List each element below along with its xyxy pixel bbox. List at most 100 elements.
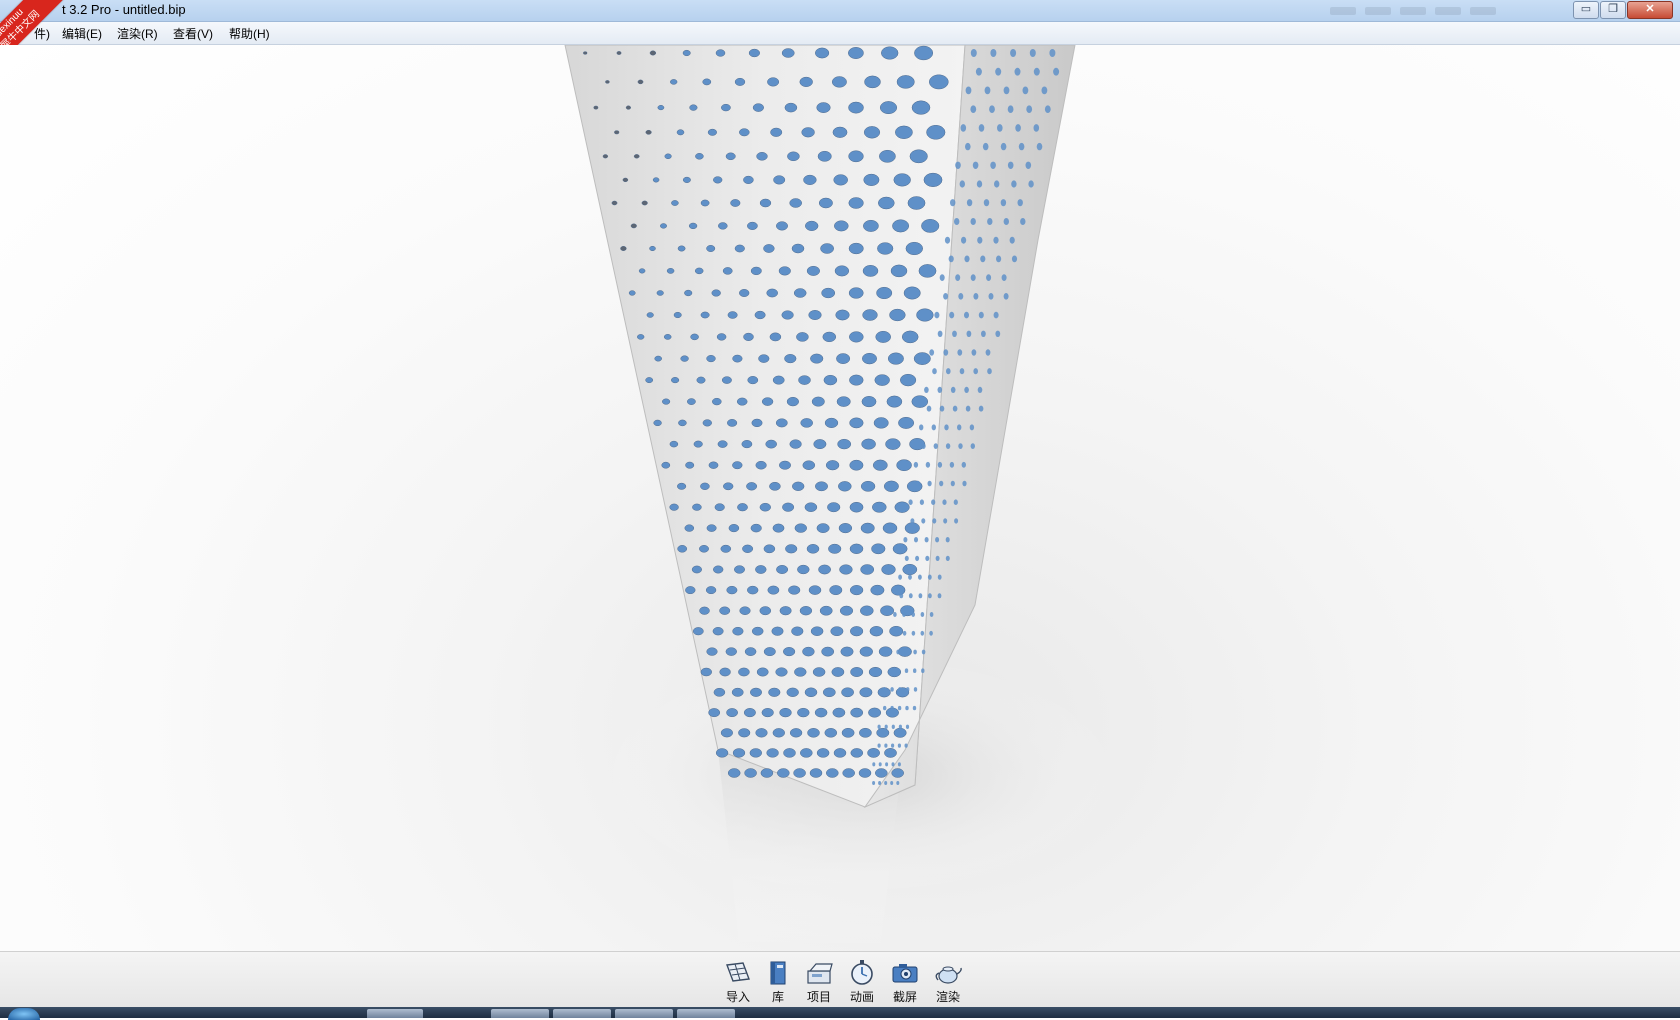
facade-hole — [895, 125, 913, 139]
facade-hole — [810, 626, 824, 636]
taskbar-button[interactable] — [615, 1009, 673, 1018]
tower-model[interactable] — [0, 45, 1680, 951]
facade-hole — [808, 310, 822, 320]
facade-hole — [662, 398, 671, 405]
title-bar-background-strip — [1330, 4, 1560, 18]
facade-hole — [776, 221, 788, 231]
menu-view[interactable]: 查看(V) — [173, 25, 213, 42]
facade-hole — [943, 349, 949, 356]
facade-hole — [788, 585, 801, 595]
import-button[interactable]: 导入 — [718, 959, 758, 1005]
facade-hole — [754, 310, 766, 320]
facade-hole — [769, 332, 782, 342]
facade-hole — [819, 605, 833, 616]
facade-hole — [713, 565, 724, 574]
facade-hole — [862, 309, 878, 321]
menu-help[interactable]: 帮助(H) — [229, 25, 270, 42]
menu-render[interactable]: 渲染(R) — [117, 25, 158, 42]
facade-hole — [943, 293, 949, 300]
facade-hole — [896, 781, 900, 785]
facade-hole — [957, 424, 962, 431]
facade-hole — [927, 574, 932, 580]
menu-file[interactable]: 件) — [34, 25, 50, 42]
facade-hole — [969, 424, 975, 431]
project-label: 项目 — [806, 990, 831, 1004]
facade-hole — [830, 626, 844, 637]
facade-hole — [849, 501, 864, 513]
render-button[interactable]: 渲染 — [928, 959, 968, 1005]
facade-hole — [902, 563, 918, 576]
facade-hole — [945, 555, 950, 561]
facade-hole — [776, 565, 789, 574]
facade-hole — [656, 290, 664, 296]
facade-hole — [763, 244, 775, 253]
facade-hole — [792, 481, 805, 491]
render-viewport[interactable] — [0, 45, 1680, 951]
facade-hole — [860, 564, 875, 575]
facade-hole — [952, 330, 957, 337]
facade-hole — [755, 565, 767, 574]
facade-hole — [987, 368, 992, 375]
project-button[interactable]: 项目 — [799, 959, 839, 1005]
facade-hole — [902, 630, 907, 636]
facade-hole — [766, 288, 778, 298]
facade-hole — [722, 267, 733, 275]
facade-hole — [918, 264, 937, 278]
facade-hole — [904, 649, 909, 655]
facade-hole — [982, 142, 989, 151]
facade-hole — [705, 586, 717, 595]
facade-hole — [971, 349, 977, 356]
facade-hole — [891, 743, 895, 748]
facade-hole — [835, 309, 850, 321]
facade-hole — [862, 265, 879, 277]
screenshot-button[interactable]: 截屏 — [885, 959, 925, 1005]
library-button[interactable]: 库 — [758, 959, 798, 1005]
facade-hole — [831, 76, 847, 88]
facade-hole — [928, 593, 932, 599]
facade-hole — [908, 574, 912, 580]
start-orb-icon[interactable] — [8, 1008, 40, 1020]
facade-hole — [904, 668, 909, 673]
facade-hole — [583, 51, 588, 55]
minimize-button[interactable]: ▭ — [1573, 1, 1599, 19]
facade-hole — [1003, 218, 1009, 225]
facade-hole — [906, 687, 910, 692]
facade-hole — [812, 667, 826, 677]
facade-hole — [961, 236, 967, 244]
taskbar-button[interactable] — [677, 1009, 735, 1018]
facade-hole — [978, 405, 984, 412]
facade-hole — [1010, 49, 1017, 57]
facade-hole — [750, 266, 762, 276]
taskbar-button[interactable] — [491, 1009, 549, 1018]
facade-hole — [966, 199, 973, 207]
facade-hole — [678, 419, 687, 427]
taskbar-button[interactable] — [367, 1009, 423, 1018]
facade-hole — [978, 124, 985, 132]
facade-hole — [909, 149, 928, 164]
taskbar-button[interactable] — [553, 1009, 611, 1018]
menu-edit[interactable]: 编辑(E) — [62, 25, 102, 42]
facade-hole — [985, 349, 991, 356]
facade-hole — [881, 46, 899, 60]
facade-hole — [882, 687, 886, 692]
facade-hole — [955, 274, 961, 281]
facade-hole — [732, 354, 743, 363]
facade-hole — [863, 126, 881, 139]
facade-hole — [661, 461, 671, 469]
facade-hole — [983, 199, 990, 207]
close-button[interactable]: ✕ — [1627, 1, 1673, 19]
facade-hole — [862, 352, 877, 365]
facade-hole — [1044, 105, 1051, 113]
animation-button[interactable]: 动画 — [842, 959, 882, 1005]
facade-hole — [829, 585, 843, 596]
facade-hole — [677, 545, 688, 553]
facade-hole — [1053, 67, 1060, 76]
facade-hole — [970, 443, 975, 449]
facade-hole — [633, 154, 640, 159]
facade-hole — [1020, 218, 1026, 225]
facade-hole — [970, 105, 977, 113]
facade-hole — [929, 349, 935, 356]
maximize-button[interactable]: ❐ — [1600, 1, 1626, 19]
facade-hole — [893, 727, 907, 738]
facade-hole — [913, 352, 931, 365]
